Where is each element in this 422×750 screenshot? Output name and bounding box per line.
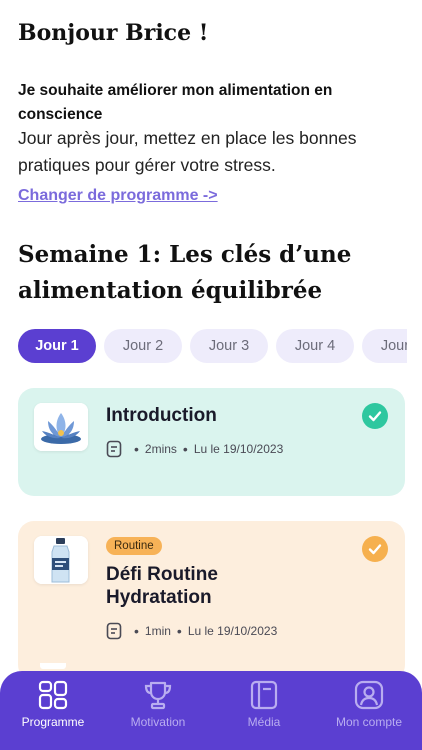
lesson-card-introduction[interactable]: Introduction • 2mins • Lu le 19/10/2023 <box>18 388 405 496</box>
separator-dot: • <box>182 441 188 457</box>
active-tab-indicator <box>40 663 66 669</box>
lesson-read-status: Lu le 19/10/2023 <box>187 624 278 638</box>
completed-check-icon <box>362 536 388 562</box>
tab-mon-compte[interactable]: Mon compte <box>319 679 419 729</box>
tab-label: Média <box>247 715 281 729</box>
lesson-card-hydratation[interactable]: Routine Défi Routine Hydratation • 1min … <box>18 521 405 681</box>
account-icon <box>354 680 384 710</box>
week-title: Semaine 1: Les clés d’une alimentation é… <box>18 241 352 304</box>
document-icon <box>106 622 122 640</box>
change-program-link[interactable]: Changer de programme -> <box>18 187 218 205</box>
day-tab-2[interactable]: Jour 2 <box>104 329 182 363</box>
lotus-icon <box>34 403 88 451</box>
lesson-read-status: Lu le 19/10/2023 <box>193 442 284 456</box>
trophy-icon <box>144 681 172 710</box>
program-description: Jour après jour, mettez en place les bon… <box>18 128 357 175</box>
lesson-duration: 2mins <box>144 442 177 456</box>
tab-label: Programme <box>21 715 85 729</box>
day-selector: Jour 1Jour 2Jour 3Jour 4Jour 5 <box>18 329 407 365</box>
tab-label: Mon compte <box>335 715 403 729</box>
program-grid-icon <box>38 680 68 710</box>
tab-label: Motivation <box>130 715 186 729</box>
lesson-title: Introduction <box>106 405 217 426</box>
lesson-duration: 1min <box>144 624 171 638</box>
tab-media[interactable]: Média <box>214 679 314 729</box>
day-tab-4[interactable]: Jour 4 <box>276 329 354 363</box>
bottom-tab-bar: Programme Motivation Média Mon compte <box>0 663 422 750</box>
water-bottle-icon <box>34 536 88 584</box>
book-icon <box>250 680 278 710</box>
document-icon <box>106 440 122 458</box>
separator-dot: • <box>176 623 182 639</box>
routine-badge: Routine <box>106 537 162 555</box>
greeting-title: Bonjour Brice ! <box>18 20 209 46</box>
tab-motivation[interactable]: Motivation <box>108 679 208 729</box>
separator-dot: • <box>134 441 139 457</box>
program-title: Je souhaite améliorer mon alimentation e… <box>18 82 333 123</box>
day-tab-1[interactable]: Jour 1 <box>18 329 96 363</box>
separator-dot: • <box>134 623 139 639</box>
day-tab-5[interactable]: Jour 5 <box>362 329 407 363</box>
lesson-title: Défi Routine Hydratation <box>106 564 218 608</box>
completed-check-icon <box>362 403 388 429</box>
lesson-meta: • 2mins • Lu le 19/10/2023 <box>106 440 283 458</box>
tab-programme[interactable]: Programme <box>3 679 103 729</box>
day-tab-3[interactable]: Jour 3 <box>190 329 268 363</box>
lesson-meta: • 1min • Lu le 19/10/2023 <box>106 622 277 640</box>
